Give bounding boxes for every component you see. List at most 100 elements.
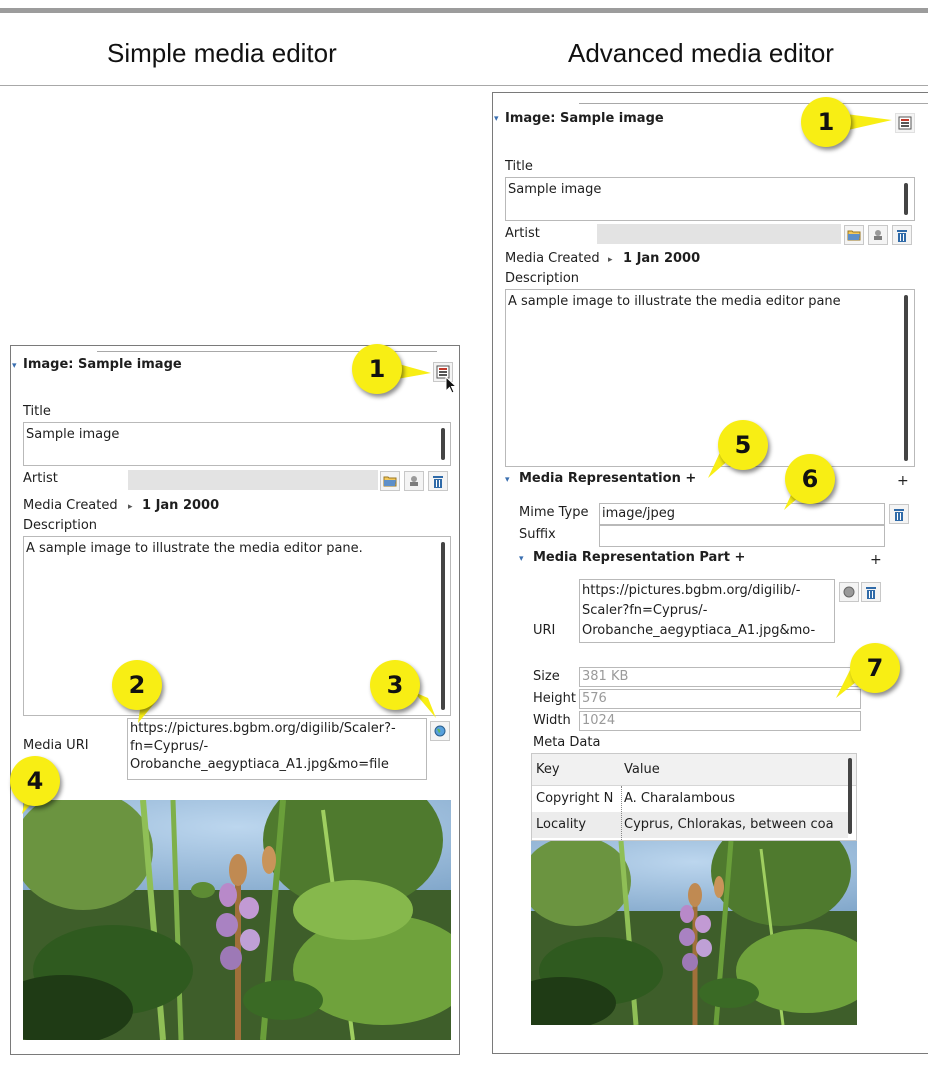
description-scrollbar[interactable] xyxy=(904,295,908,461)
media-created-label: Media Created xyxy=(23,498,118,513)
callout-badge-3: 3 xyxy=(370,660,420,710)
remove-part-button[interactable] xyxy=(861,582,881,602)
callout-pointer xyxy=(846,114,892,130)
description-field[interactable]: A sample image to illustrate the media e… xyxy=(505,289,915,467)
meta-table-scrollbar[interactable] xyxy=(848,758,852,834)
meta-value: Cyprus, Chlorakas, between coa xyxy=(624,817,834,832)
top-rule xyxy=(0,8,928,13)
mime-type-label: Mime Type xyxy=(519,505,589,520)
date-expand-icon[interactable]: ▸ xyxy=(608,255,613,265)
column-header-key[interactable]: Key xyxy=(536,754,622,786)
table-row[interactable]: Copyright N A. Charalambous xyxy=(532,786,848,812)
meta-data-table: Key Value Copyright N A. Charalambous Lo… xyxy=(531,753,857,841)
date-expand-icon[interactable]: ▸ xyxy=(128,502,133,512)
title-scrollbar[interactable] xyxy=(441,428,445,460)
description-label: Description xyxy=(23,518,98,533)
trash-icon xyxy=(433,475,443,488)
title-value: Sample image xyxy=(508,182,602,197)
column-header-value[interactable]: Value xyxy=(624,754,848,786)
callout-badge-5: 5 xyxy=(718,420,768,470)
editor-toggle-icon xyxy=(898,116,912,130)
header-divider xyxy=(0,85,928,86)
title-field[interactable]: Sample image xyxy=(23,422,451,466)
artist-field[interactable] xyxy=(128,470,378,490)
select-artist-button[interactable] xyxy=(380,471,400,491)
callout-badge-1: 1 xyxy=(352,344,402,394)
section-title: Image: Sample image xyxy=(505,111,664,126)
description-value: A sample image to illustrate the media e… xyxy=(508,294,841,309)
media-created-value[interactable]: 1 Jan 2000 xyxy=(623,251,700,266)
title-value: Sample image xyxy=(26,427,120,442)
media-uri-line: Orobanche_aegyptiaca_A1.jpg&mo=file xyxy=(130,757,389,772)
globe-icon xyxy=(434,725,446,737)
size-label: Size xyxy=(533,669,560,684)
uri-line: Orobanche_aegyptiaca_A1.jpg&mo- xyxy=(582,623,816,638)
add-representation-button[interactable]: + xyxy=(897,473,909,489)
open-uri-button[interactable] xyxy=(430,721,450,741)
table-row[interactable]: Locality Cyprus, Chlorakas, between coa xyxy=(532,812,848,838)
suffix-label: Suffix xyxy=(519,527,556,542)
title-field[interactable]: Sample image xyxy=(505,177,915,221)
table-header: Key Value xyxy=(532,754,856,786)
media-created-label: Media Created xyxy=(505,251,600,266)
mime-type-field[interactable]: image/jpeg xyxy=(599,503,885,525)
artist-field[interactable] xyxy=(597,224,841,244)
mime-type-value: image/jpeg xyxy=(602,506,675,521)
uri-line: Scaler?fn=Cyprus/- xyxy=(582,603,708,618)
select-artist-button[interactable] xyxy=(844,225,864,245)
remove-representation-button[interactable] xyxy=(889,504,909,524)
globe-icon xyxy=(843,586,855,598)
media-uri-label: Media URI xyxy=(23,738,89,753)
advanced-editor-panel: ▾ Image: Sample image Title Sample image… xyxy=(492,92,928,1054)
trash-icon xyxy=(897,229,907,242)
column-divider xyxy=(621,786,622,840)
remove-artist-button[interactable] xyxy=(892,225,912,245)
editor-toggle-button[interactable] xyxy=(895,113,915,133)
new-artist-button[interactable] xyxy=(404,471,424,491)
callout-badge-6: 6 xyxy=(785,454,835,504)
add-part-button[interactable]: + xyxy=(870,552,882,568)
trash-icon xyxy=(866,586,876,599)
suffix-field[interactable] xyxy=(599,525,885,547)
uri-field[interactable]: https://pictures.bgbm.org/digilib/- Scal… xyxy=(579,579,835,643)
media-uri-field[interactable]: https://pictures.bgbm.org/digilib/Scaler… xyxy=(127,718,427,780)
meta-value: A. Charalambous xyxy=(624,791,735,806)
height-label: Height xyxy=(533,691,576,706)
meta-key: Copyright N xyxy=(536,791,614,806)
callout-badge-4: 4 xyxy=(10,756,60,806)
collapse-caret-icon[interactable]: ▾ xyxy=(12,361,17,371)
new-artist-button[interactable] xyxy=(868,225,888,245)
meta-key: Locality xyxy=(536,817,587,832)
callout-badge-2: 2 xyxy=(112,660,162,710)
artist-label: Artist xyxy=(505,226,540,241)
mouse-pointer-icon xyxy=(445,376,457,394)
width-label: Width xyxy=(533,713,571,728)
part-caret-icon[interactable]: ▾ xyxy=(519,554,524,564)
title-scrollbar[interactable] xyxy=(904,183,908,215)
folder-icon xyxy=(383,476,397,487)
media-uri-line: https://pictures.bgbm.org/digilib/Scaler… xyxy=(130,721,396,736)
open-uri-button[interactable] xyxy=(839,582,859,602)
section-title: Image: Sample image xyxy=(23,357,182,372)
description-scrollbar[interactable] xyxy=(441,542,445,710)
title-label: Title xyxy=(23,404,51,419)
description-value: A sample image to illustrate the media e… xyxy=(26,541,363,556)
folder-icon xyxy=(847,230,861,241)
remove-artist-button[interactable] xyxy=(428,471,448,491)
size-field[interactable]: 381 KB xyxy=(579,667,861,687)
orobanche-photo xyxy=(531,841,857,1025)
media-created-value[interactable]: 1 Jan 2000 xyxy=(142,498,219,513)
size-value: 381 KB xyxy=(582,669,629,684)
collapse-caret-icon[interactable]: ▾ xyxy=(494,114,499,124)
title-label: Title xyxy=(505,159,533,174)
advanced-editor-heading: Advanced media editor xyxy=(568,38,834,68)
stamp-icon xyxy=(874,230,882,240)
representation-part-title: Media Representation Part + xyxy=(533,550,746,565)
media-preview-image xyxy=(531,841,857,1025)
stamp-icon xyxy=(410,476,418,486)
representation-caret-icon[interactable]: ▾ xyxy=(505,475,510,485)
width-field[interactable]: 1024 xyxy=(579,711,861,731)
height-field[interactable]: 576 xyxy=(579,689,861,709)
uri-line: https://pictures.bgbm.org/digilib/- xyxy=(582,583,801,598)
height-value: 576 xyxy=(582,691,607,706)
